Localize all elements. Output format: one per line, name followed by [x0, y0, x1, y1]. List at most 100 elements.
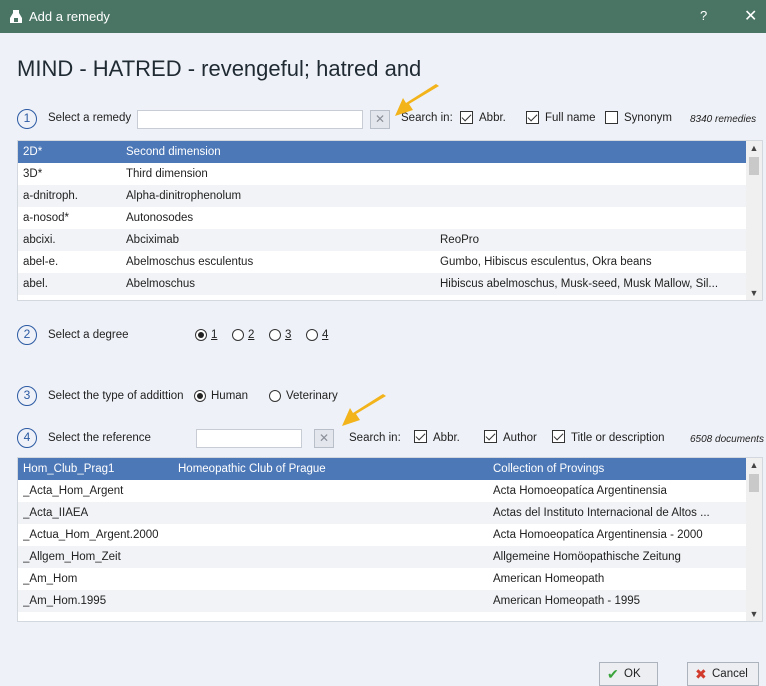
degree-3-radio[interactable] [269, 329, 281, 341]
addition-type-label: Select the type of addittion [48, 390, 184, 402]
select-reference-label: Select the reference [48, 432, 151, 444]
remedy-synonym-checkbox[interactable] [605, 111, 618, 124]
reference-row[interactable]: _Acta_IIAEA Actas del Instituto Internaci… [18, 502, 746, 524]
select-remedy-label: Select a remedy [48, 112, 132, 124]
reference-row[interactable]: _Acta_Hom_Argent Acta Homoeopatíca Argent… [18, 480, 746, 502]
scroll-down-icon[interactable]: ▼ [746, 286, 762, 300]
step-2-number: 2 [17, 325, 37, 345]
remedy-fullname-checkbox[interactable] [526, 111, 539, 124]
reference-abbr-checkbox[interactable] [414, 430, 427, 443]
ok-button[interactable]: ✔ OK [599, 662, 658, 686]
reference-count: 6508 documents [690, 434, 764, 445]
reference-row[interactable]: _Actua_Hom_Argent.2000 Acta Homoeopatíca … [18, 524, 746, 546]
reference-row-abbr: _Acta_IIAEA [23, 507, 89, 519]
reference-row-author: Homeopathic Club of Prague [178, 463, 326, 475]
remedy-row-synonym: ReoPro [440, 234, 479, 246]
reference-row-abbr: _Acta_Hom_Argent [23, 485, 124, 497]
remedy-search-input[interactable] [137, 110, 363, 129]
remedy-row-name: Autonosodes [126, 212, 194, 224]
human-label: Human [211, 390, 249, 402]
reference-search-input[interactable] [196, 429, 302, 448]
scroll-up-icon[interactable]: ▲ [746, 458, 762, 472]
add-remedy-dialog: Add a remedy ? ✕ MIND - HATRED - revenge… [0, 0, 766, 686]
remedy-row[interactable]: a-dnitroph. Alpha-dinitrophenolum [18, 185, 746, 207]
human-radio[interactable] [194, 390, 206, 402]
remedy-row-abbr: abcixi. [23, 234, 56, 246]
remedy-row[interactable]: 2D* Second dimension [18, 141, 746, 163]
veterinary-radio[interactable] [269, 390, 281, 402]
remedy-row-abbr: abel. [23, 278, 48, 290]
remedy-row[interactable]: abcixi. Abciximab ReoPro [18, 229, 746, 251]
reference-row-abbr: Hom_Club_Prag1 [23, 463, 115, 475]
remedy-row[interactable]: abel-e. Abelmoschus esculentus Gumbo, Hibi… [18, 251, 746, 273]
cancel-button[interactable]: ✖ Cancel [687, 662, 759, 686]
reference-row-title: Acta Homoeopatíca Argentinensia [493, 485, 667, 497]
remedy-fullname-label: Full name [545, 112, 596, 124]
reference-row-title: Allgemeine Homöopathische Zeitung [493, 551, 681, 563]
reference-row-title: American Homeopath - 1995 [493, 595, 641, 607]
reference-title-label: Title or description [571, 432, 665, 444]
close-button[interactable]: ✕ [744, 6, 757, 26]
remedy-row-name: Alpha-dinitrophenolum [126, 190, 242, 202]
reference-row-title: Acta Homoeopatíca Argentinensia - 2000 [493, 529, 703, 541]
reference-list-scrollbar[interactable]: ▲ ▼ [746, 458, 762, 621]
remedy-row-abbr: a-nosod* [23, 212, 70, 224]
scroll-thumb[interactable] [749, 157, 759, 175]
remedy-row-name: Third dimension [126, 168, 208, 180]
reference-row[interactable]: Hom_Club_Prag1 Homeopathic Club of Prague… [18, 458, 746, 480]
remedy-row-name: Abelmoschus [126, 278, 196, 290]
reference-row-title: American Homeopath [493, 573, 605, 585]
reference-search-in-label: Search in: [349, 432, 401, 444]
step-1-number: 1 [17, 109, 37, 129]
remedy-list[interactable]: ▲ ▼ 2D* Second dimension 3D* Third dimensio… [17, 140, 763, 301]
reference-author-checkbox[interactable] [484, 430, 497, 443]
highlight-arrow-icon [342, 394, 386, 426]
cancel-label: Cancel [712, 668, 748, 680]
remedy-row-abbr: a-dnitroph. [23, 190, 78, 202]
remedy-row-name: Abciximab [126, 234, 180, 246]
remedy-row-synonym: Hibiscus abelmoschus, Musk-seed, Musk Ma… [440, 278, 719, 290]
reference-row-abbr: _Allgem_Hom_Zeit [23, 551, 121, 563]
remedy-row-name: Abelmoschus esculentus [126, 256, 254, 268]
reference-row-title: Collection of Provings [493, 463, 605, 475]
ok-label: OK [624, 668, 641, 680]
remedy-list-scrollbar[interactable]: ▲ ▼ [746, 141, 762, 300]
remedy-row[interactable]: abel. Abelmoschus Hibiscus abelmoschus, Mu… [18, 273, 746, 295]
remedy-row[interactable]: 3D* Third dimension [18, 163, 746, 185]
scroll-up-icon[interactable]: ▲ [746, 141, 762, 155]
reference-title-checkbox[interactable] [552, 430, 565, 443]
help-button[interactable]: ? [700, 8, 707, 23]
clear-remedy-search-button[interactable]: ✕ [370, 110, 390, 129]
remedy-row-abbr: 2D* [23, 146, 43, 158]
degree-1-label: 1 [211, 329, 218, 341]
remedy-row-abbr: abel-e. [23, 256, 59, 268]
app-icon [10, 10, 22, 23]
reference-row-abbr: _Am_Hom [23, 573, 78, 585]
remedy-row-name: Second dimension [126, 146, 221, 158]
remedy-row-abbr: 3D* [23, 168, 43, 180]
reference-row-title: Actas del Instituto Internacional de Alt… [493, 507, 710, 519]
remedy-synonym-label: Synonym [624, 112, 672, 124]
reference-author-label: Author [503, 432, 537, 444]
reference-row[interactable]: _Am_Hom American Homeopath [18, 568, 746, 590]
remedy-row-synonym: Gumbo, Hibiscus esculentus, Okra beans [440, 256, 652, 268]
scroll-down-icon[interactable]: ▼ [746, 607, 762, 621]
reference-row[interactable]: _Allgem_Hom_Zeit Allgemeine Homöopathisch… [18, 546, 746, 568]
reference-list[interactable]: ▲ ▼ Hom_Club_Prag1 Homeopathic Club of Pr… [17, 457, 763, 622]
highlight-arrow-icon [395, 84, 439, 116]
remedy-abbr-checkbox[interactable] [460, 111, 473, 124]
remedy-abbr-label: Abbr. [479, 112, 506, 124]
scroll-thumb[interactable] [749, 474, 759, 492]
title-bar: Add a remedy ? ✕ [0, 0, 766, 33]
step-4-number: 4 [17, 428, 37, 448]
degree-3-label: 3 [285, 329, 292, 341]
reference-abbr-label: Abbr. [433, 432, 460, 444]
window-title: Add a remedy [29, 9, 110, 24]
degree-1-radio[interactable] [195, 329, 207, 341]
reference-row[interactable]: _Am_Hom.1995 American Homeopath - 1995 [18, 590, 746, 612]
clear-reference-search-button[interactable]: ✕ [314, 429, 334, 448]
degree-2-radio[interactable] [232, 329, 244, 341]
degree-4-radio[interactable] [306, 329, 318, 341]
step-3-number: 3 [17, 386, 37, 406]
remedy-row[interactable]: a-nosod* Autonosodes [18, 207, 746, 229]
